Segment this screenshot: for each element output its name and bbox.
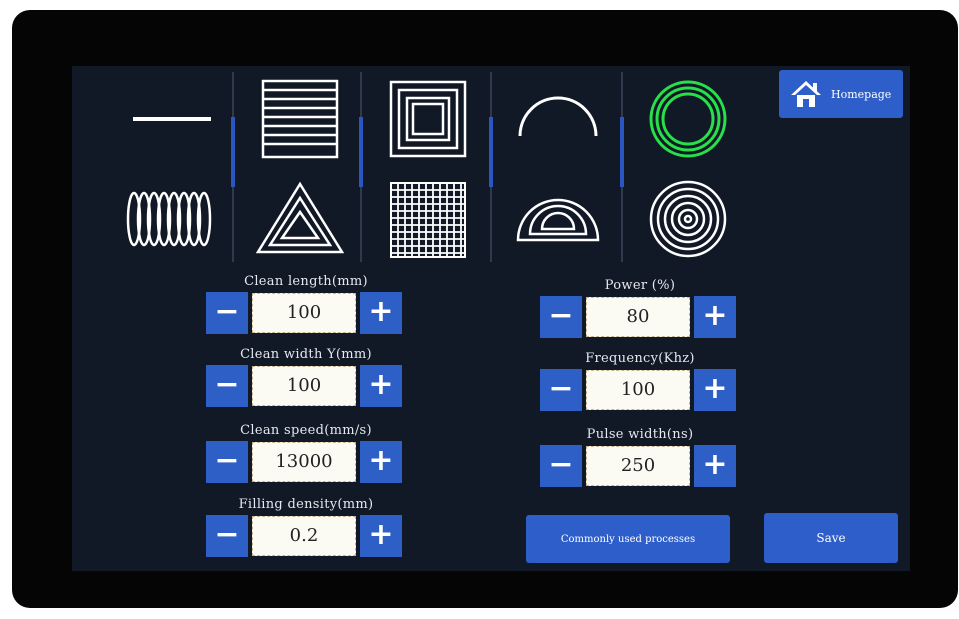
decrement-button[interactable]: −: [206, 441, 248, 483]
frequency-input[interactable]: 100: [586, 370, 690, 410]
coil-pattern-icon: [126, 191, 212, 247]
column-divider: [231, 72, 235, 262]
pattern-square-button[interactable]: [368, 74, 488, 164]
param-label: Clean speed(mm/s): [240, 423, 372, 438]
pattern-semicircle-button[interactable]: [498, 174, 618, 264]
circle-pattern-icon: [649, 180, 727, 258]
param-label: Frequency(Khz): [585, 351, 695, 366]
param-label: Pulse width(ns): [586, 427, 694, 442]
hmi-screen: Homepage Clean length(mm) − 100 + Clean …: [72, 66, 910, 571]
square-pattern-icon: [389, 80, 467, 158]
increment-button[interactable]: +: [360, 441, 402, 483]
decrement-button[interactable]: −: [206, 515, 248, 557]
decrement-button[interactable]: −: [206, 292, 248, 334]
power-input[interactable]: 80: [586, 297, 690, 337]
pattern-grid-button[interactable]: [368, 174, 488, 264]
column-divider: [620, 72, 624, 262]
param-label: Clean width Y(mm): [240, 347, 372, 362]
power-stepper: − 80 +: [540, 296, 740, 340]
save-button[interactable]: Save: [764, 513, 898, 563]
param-filling-density: Filling density(mm) − 0.2 +: [206, 497, 406, 561]
clean-speed-input[interactable]: 13000: [252, 442, 356, 482]
clean-speed-stepper: − 13000 +: [206, 441, 406, 485]
frequency-stepper: − 100 +: [540, 369, 740, 413]
column-divider: [489, 72, 493, 262]
clean-length-stepper: − 100 +: [206, 292, 406, 336]
pattern-coil-button[interactable]: [109, 174, 229, 264]
increment-button[interactable]: +: [694, 445, 736, 487]
param-clean-length: Clean length(mm) − 100 +: [206, 274, 406, 338]
grid-pattern-icon: [390, 182, 466, 258]
arc-pattern-icon: [518, 96, 598, 137]
semicircle-pattern-icon: [516, 198, 600, 242]
clean-width-input[interactable]: 100: [252, 366, 356, 406]
pattern-line-button[interactable]: [109, 74, 229, 164]
home-icon: [791, 81, 821, 107]
increment-button[interactable]: +: [360, 365, 402, 407]
homepage-button[interactable]: Homepage: [779, 70, 903, 118]
filling-density-stepper: − 0.2 +: [206, 515, 406, 559]
param-clean-speed: Clean speed(mm/s) − 13000 +: [206, 423, 406, 487]
ring-pattern-icon: [649, 80, 727, 158]
homepage-label: Homepage: [831, 87, 892, 101]
decrement-button[interactable]: −: [540, 296, 582, 338]
line-pattern-icon: [133, 117, 211, 121]
param-clean-width: Clean width Y(mm) − 100 +: [206, 347, 406, 411]
param-frequency: Frequency(Khz) − 100 +: [540, 351, 740, 415]
param-label: Filling density(mm): [238, 497, 374, 512]
pattern-selector: [72, 66, 772, 266]
pattern-hatch-button[interactable]: [240, 74, 360, 164]
param-label: Clean length(mm): [244, 274, 368, 289]
pulse-width-input[interactable]: 250: [586, 446, 690, 486]
pattern-arc-button[interactable]: [498, 74, 618, 164]
decrement-button[interactable]: −: [540, 445, 582, 487]
increment-button[interactable]: +: [694, 369, 736, 411]
pattern-ring-button-selected[interactable]: [628, 74, 748, 164]
increment-button[interactable]: +: [360, 292, 402, 334]
clean-width-stepper: − 100 +: [206, 365, 406, 409]
hatch-fill-icon: [261, 79, 339, 159]
decrement-button[interactable]: −: [206, 365, 248, 407]
pattern-circle-button[interactable]: [628, 174, 748, 264]
pattern-triangle-button[interactable]: [240, 174, 360, 264]
triangle-pattern-icon: [255, 181, 345, 254]
param-pulse-width: Pulse width(ns) − 250 +: [540, 427, 740, 491]
pulse-width-stepper: − 250 +: [540, 445, 740, 489]
decrement-button[interactable]: −: [540, 369, 582, 411]
increment-button[interactable]: +: [694, 296, 736, 338]
common-processes-button[interactable]: Commonly used processes: [526, 515, 730, 563]
param-label: Power (%): [604, 278, 676, 293]
clean-length-input[interactable]: 100: [252, 293, 356, 333]
increment-button[interactable]: +: [360, 515, 402, 557]
column-divider: [359, 72, 363, 262]
param-power: Power (%) − 80 +: [540, 278, 740, 342]
filling-density-input[interactable]: 0.2: [252, 516, 356, 556]
